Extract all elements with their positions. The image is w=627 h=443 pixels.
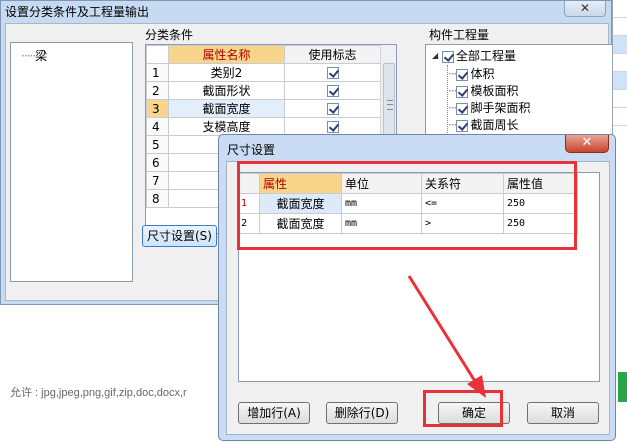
arrow-shaft [407, 275, 480, 387]
arrow-head [467, 375, 486, 398]
annotation-arrow-icon [407, 275, 486, 398]
